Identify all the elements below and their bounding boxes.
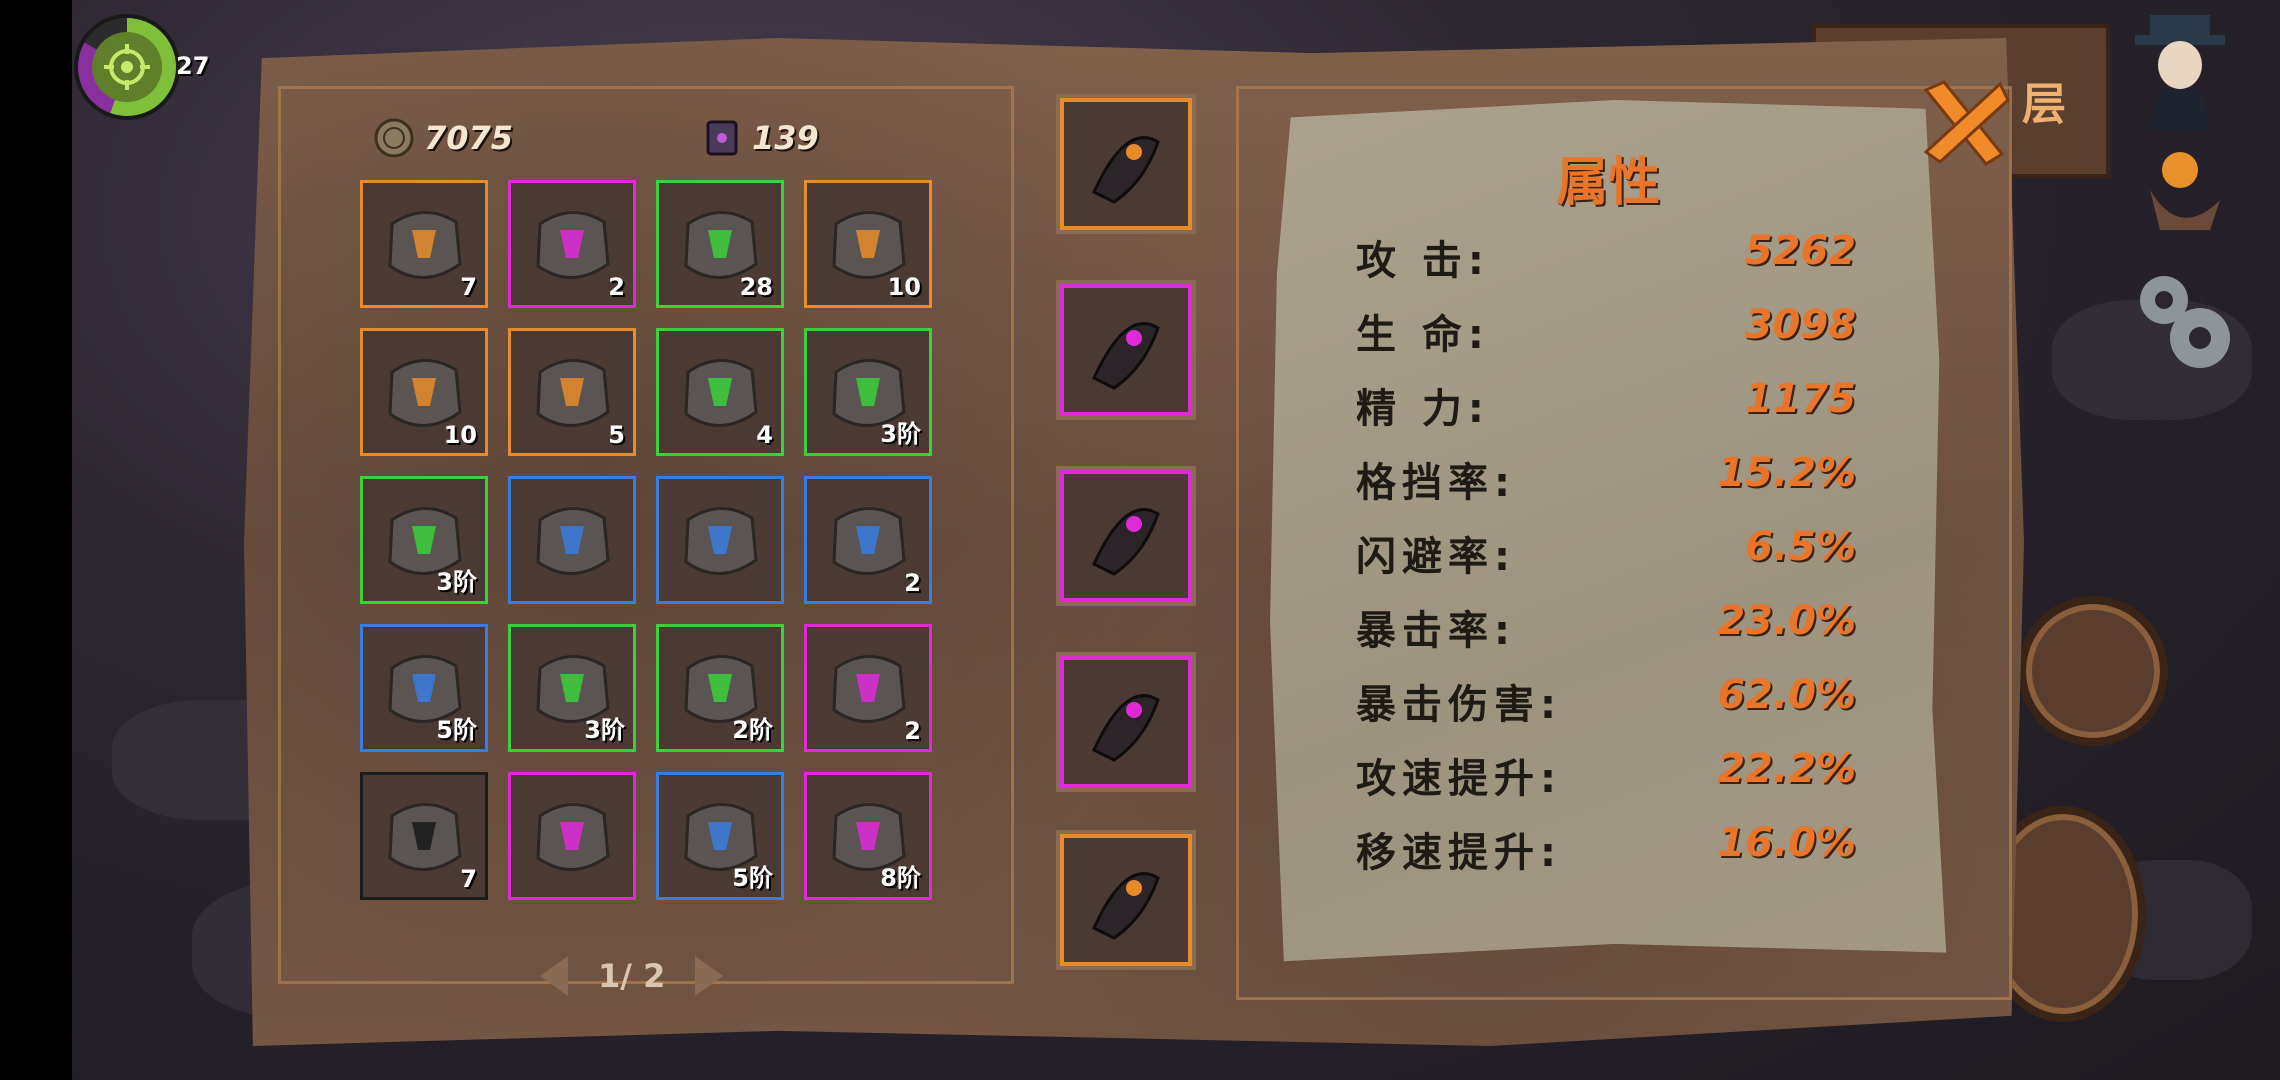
cyan-glow-rune-icon: [521, 785, 623, 887]
stat-row: 攻速提升: 22.2%: [1356, 746, 1856, 806]
slot-quantity: 2阶: [732, 716, 773, 744]
stat-label: 攻速提升:: [1356, 756, 1562, 802]
slot-quantity: 10: [887, 273, 921, 301]
stat-row: 生 命: 3098: [1356, 302, 1856, 362]
spellbook-icon: [702, 118, 742, 158]
inventory-slot[interactable]: 5阶: [360, 624, 488, 752]
inventory-slot[interactable]: 7: [360, 180, 488, 308]
stat-label: 生 命:: [1356, 312, 1490, 358]
inventory-slot[interactable]: 2: [508, 180, 636, 308]
inventory-slot[interactable]: 2: [804, 624, 932, 752]
inventory-slot[interactable]: 28: [656, 180, 784, 308]
inventory-slot[interactable]: [508, 772, 636, 900]
inventory-slot[interactable]: 5: [508, 328, 636, 456]
equipment-slot[interactable]: [1060, 656, 1192, 788]
skill-eye-button[interactable]: [2018, 596, 2168, 746]
stat-value: 3098: [1744, 302, 1856, 348]
equipment-slot[interactable]: [1060, 470, 1192, 602]
floor-button-label: 层: [2022, 79, 2066, 130]
next-page-button[interactable]: [695, 956, 724, 996]
stat-label: 精 力:: [1356, 386, 1490, 432]
player-level: 27: [176, 52, 210, 80]
inventory-slot[interactable]: [508, 476, 636, 604]
inventory-slot[interactable]: 3阶: [360, 476, 488, 604]
stat-value: 1175: [1744, 376, 1856, 422]
inventory-slot[interactable]: 5阶: [656, 772, 784, 900]
currency-gold: 7075: [374, 118, 513, 158]
slot-quantity: 8阶: [880, 864, 921, 892]
equipment-slot[interactable]: [1060, 834, 1192, 966]
slot-quantity: 3阶: [584, 716, 625, 744]
inventory-slot[interactable]: 10: [804, 180, 932, 308]
dark-cloak-icon: [1074, 298, 1178, 402]
stat-label: 攻 击:: [1356, 238, 1490, 284]
inventory-slot[interactable]: 2: [804, 476, 932, 604]
book-amount: 139: [752, 119, 819, 157]
currency-book: 139: [702, 118, 819, 158]
slot-quantity: 7: [460, 865, 477, 893]
staff-icon: [1074, 112, 1178, 216]
feathered-hat-icon: [1074, 484, 1178, 588]
slot-quantity: 2: [904, 569, 921, 597]
stat-row: 攻 击: 5262: [1356, 228, 1856, 288]
slot-quantity: 10: [443, 421, 477, 449]
inventory-slot[interactable]: 3阶: [508, 624, 636, 752]
character-avatar[interactable]: [2130, 10, 2230, 130]
boots-icon: [1074, 848, 1178, 952]
stat-row: 精 力: 1175: [1356, 376, 1856, 436]
mask-rune-stone-icon: [669, 489, 771, 591]
stat-value: 16.0%: [1717, 820, 1856, 866]
dark-pillar-rune-stone-icon: [521, 489, 623, 591]
close-icon: [1923, 80, 2010, 166]
dark-armor-icon: [1074, 670, 1178, 774]
slot-quantity: 5阶: [436, 716, 477, 744]
stat-row: 格挡率: 15.2%: [1356, 450, 1856, 510]
skill-hand-icon[interactable]: [2130, 130, 2240, 240]
stat-row: 闪避率: 6.5%: [1356, 524, 1856, 584]
slot-quantity: 28: [739, 273, 773, 301]
stat-value: 62.0%: [1717, 672, 1856, 718]
slot-quantity: 5: [608, 421, 625, 449]
stat-row: 移速提升: 16.0%: [1356, 820, 1856, 880]
pager: 1/ 2: [540, 956, 724, 996]
stat-value: 15.2%: [1717, 450, 1856, 496]
player-emblem-icon: [92, 32, 162, 102]
stat-label: 移速提升:: [1356, 830, 1562, 876]
stat-label: 格挡率:: [1356, 460, 1516, 506]
close-button[interactable]: [1914, 72, 2014, 172]
stat-label: 暴击率:: [1356, 608, 1516, 654]
stat-row: 暴击率: 23.0%: [1356, 598, 1856, 658]
slot-quantity: 4: [756, 421, 773, 449]
stat-value: 23.0%: [1717, 598, 1856, 644]
stat-row: 暴击伤害: 62.0%: [1356, 672, 1856, 732]
settings-gear-icon[interactable]: [2124, 260, 2240, 376]
inventory-slot[interactable]: 8阶: [804, 772, 932, 900]
equipment-slot[interactable]: [1060, 98, 1192, 230]
equipment-slot[interactable]: [1060, 284, 1192, 416]
inventory-slot[interactable]: 4: [656, 328, 784, 456]
inventory-slot[interactable]: 10: [360, 328, 488, 456]
prev-page-button[interactable]: [540, 956, 568, 996]
inventory-slot[interactable]: [656, 476, 784, 604]
stat-value: 5262: [1744, 228, 1856, 274]
player-level-ring[interactable]: [78, 18, 176, 116]
stat-value: 6.5%: [1745, 524, 1856, 570]
slot-quantity: 3阶: [436, 568, 477, 596]
stat-label: 暴击伤害:: [1356, 682, 1562, 728]
inventory-slot[interactable]: 2阶: [656, 624, 784, 752]
stats-title: 属性: [1556, 153, 1661, 213]
coin-icon: [374, 118, 414, 158]
slot-quantity: 2: [608, 273, 625, 301]
slot-quantity: 3阶: [880, 420, 921, 448]
slot-quantity: 7: [460, 273, 477, 301]
slot-quantity: 2: [904, 717, 921, 745]
page-indicator: 1/ 2: [598, 957, 666, 995]
inventory-slot[interactable]: 7: [360, 772, 488, 900]
gold-amount: 7075: [424, 119, 514, 157]
stat-value: 22.2%: [1717, 746, 1856, 792]
stat-label: 闪避率:: [1356, 534, 1516, 580]
inventory-slot[interactable]: 3阶: [804, 328, 932, 456]
slot-quantity: 5阶: [732, 864, 773, 892]
